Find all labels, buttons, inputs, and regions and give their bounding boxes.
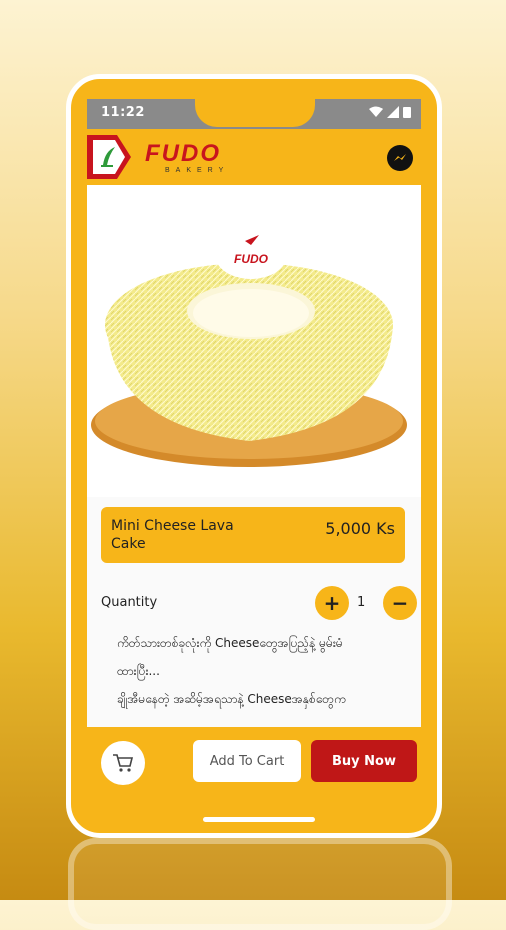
- wifi-icon: [369, 106, 383, 117]
- fudo-logo-icon[interactable]: [87, 135, 131, 179]
- product-info-bar: Mini Cheese Lava Cake 5,000 Ks: [101, 507, 405, 563]
- app-screen: 11:22 FUDO BAKERY FUDO Mini Cheese Lava …: [87, 99, 421, 797]
- description-line-3: ချိုအီမနေတဲ့ အဆိမ့်အရသာနဲ့ Cheeseအနှစ်တွ…: [117, 692, 346, 706]
- status-icons: [369, 106, 411, 118]
- signal-icon: [387, 106, 399, 118]
- phone-reflection: [68, 838, 452, 930]
- buy-now-button[interactable]: Buy Now: [311, 740, 417, 782]
- description-line-2: ထားပြီး...: [117, 664, 160, 678]
- brand-subtitle: BAKERY: [165, 167, 230, 174]
- cake-topper-text: FUDO: [234, 252, 269, 266]
- camera-notch: [195, 99, 315, 127]
- quantity-label: Quantity: [101, 595, 158, 610]
- app-header: FUDO BAKERY: [87, 129, 421, 185]
- messenger-icon[interactable]: [387, 145, 413, 171]
- product-description: ကိတ်သားတစ်ခုလုံးကို Cheeseတွေအပြည့်နဲ့ မ…: [117, 629, 407, 713]
- cake-illustration: FUDO: [91, 231, 407, 467]
- add-to-cart-button[interactable]: Add To Cart: [193, 740, 301, 782]
- product-image: FUDO: [87, 185, 421, 497]
- brand-logo-text: FUDO: [145, 140, 221, 167]
- product-name: Mini Cheese Lava Cake: [111, 518, 234, 552]
- status-bar: 11:22: [87, 99, 421, 129]
- status-time: 11:22: [101, 105, 145, 120]
- cart-button[interactable]: [101, 741, 145, 785]
- product-price: 5,000 Ks: [325, 519, 395, 538]
- battery-icon: [403, 107, 411, 118]
- increase-quantity-button[interactable]: +: [315, 586, 349, 620]
- quantity-value: 1: [357, 595, 366, 610]
- home-indicator[interactable]: [203, 817, 315, 822]
- bottom-action-bar: Add To Cart Buy Now: [87, 727, 421, 797]
- description-line-1: ကိတ်သားတစ်ခုလုံးကို Cheeseတွေအပြည့်နဲ့ မ…: [117, 636, 343, 650]
- phone-frame: 11:22 FUDO BAKERY FUDO Mini Cheese Lava …: [66, 74, 442, 838]
- decrease-quantity-button[interactable]: −: [383, 586, 417, 620]
- cart-icon: [113, 754, 134, 772]
